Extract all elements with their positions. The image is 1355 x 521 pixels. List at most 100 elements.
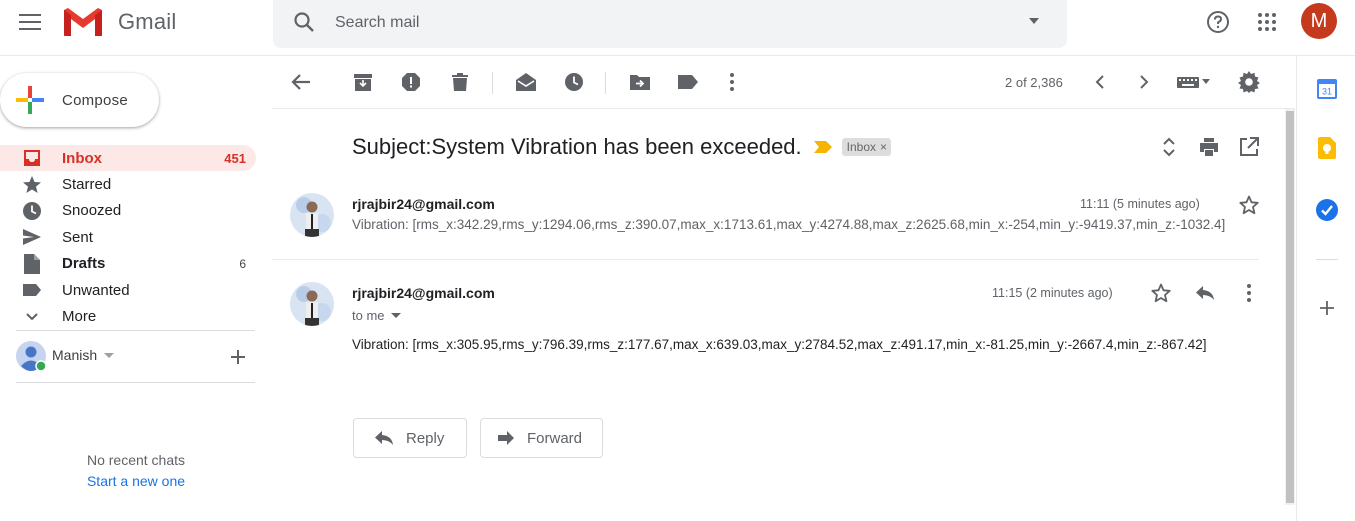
side-panel: 31: [1296, 56, 1355, 521]
sidebar-item-label: Inbox: [62, 149, 102, 167]
message-snippet[interactable]: Vibration: [rms_x:342.29,rms_y:1294.06,r…: [352, 217, 1256, 232]
user-avatar-icon[interactable]: [16, 341, 46, 371]
recipient-details[interactable]: to me: [352, 308, 401, 323]
keyboard-icon: [1177, 77, 1210, 88]
account-avatar[interactable]: M: [1301, 3, 1337, 39]
sender-email: rjrajbir24@gmail.com: [352, 285, 495, 301]
older-button[interactable]: [1124, 62, 1164, 102]
expand-all-button[interactable]: [1149, 127, 1189, 167]
star-outline-icon: [1151, 283, 1171, 303]
sidebar-item-label: Sent: [62, 228, 93, 246]
draft-count: 6: [239, 256, 246, 271]
star-button[interactable]: [1141, 273, 1181, 313]
message-time: 11:15 (2 minutes ago): [992, 286, 1113, 300]
hangouts-user-row: Manish: [16, 330, 255, 383]
recipient-text: to me: [352, 308, 385, 323]
chevron-left-icon: [1095, 75, 1104, 89]
sidebar-item-sent[interactable]: Sent: [0, 224, 256, 250]
unread-count: 451: [224, 150, 246, 166]
label-chip-inbox: Inbox ×: [841, 138, 892, 156]
sidebar-item-label: Starred: [62, 176, 112, 194]
start-new-chat-link[interactable]: Start a new one: [0, 473, 272, 489]
more-options-button[interactable]: [712, 62, 752, 102]
sidebar-item-more[interactable]: More: [0, 303, 256, 329]
snooze-button[interactable]: [554, 62, 594, 102]
no-recent-chats-text: No recent chats: [86, 452, 186, 468]
sidebar-item-snoozed[interactable]: Snoozed: [0, 198, 256, 224]
support-button[interactable]: [1198, 2, 1238, 42]
mark-unread-button[interactable]: [506, 62, 546, 102]
archive-button[interactable]: [343, 62, 383, 102]
chevron-down-icon: [22, 307, 42, 327]
message-body: Vibration: [rms_x:305.95,rms_y:796.39,rm…: [352, 337, 1207, 352]
sender-avatar[interactable]: [290, 282, 334, 326]
sender-photo-icon: [290, 282, 334, 326]
gmail-logo[interactable]: Gmail: [62, 6, 176, 38]
arrow-back-icon: [291, 74, 310, 90]
hangouts-user-name[interactable]: Manish: [52, 347, 97, 363]
open-in-new-icon: [1240, 137, 1259, 156]
search-input[interactable]: [335, 12, 1015, 34]
sidebar-item-starred[interactable]: Starred: [0, 171, 256, 197]
sidebar-item-label: Snoozed: [62, 202, 122, 220]
labels-button[interactable]: [668, 62, 708, 102]
keep-bulb-icon: [1318, 137, 1336, 159]
side-panel-divider: [1316, 259, 1338, 260]
snooze-clock-icon: [565, 73, 583, 91]
svg-text:31: 31: [1322, 87, 1332, 97]
compose-plus-icon: [16, 86, 44, 114]
print-icon: [1200, 138, 1218, 156]
report-spam-icon: [402, 73, 420, 91]
new-conversation-plus-icon[interactable]: [226, 345, 250, 369]
apps-button[interactable]: [1247, 2, 1287, 42]
trash-icon: [452, 73, 468, 91]
main-menu-button[interactable]: [10, 2, 50, 42]
reply-button[interactable]: [1185, 273, 1225, 313]
sidebar-nav: Inbox 451 Starred Snoozed Sent Drafts 6 …: [0, 145, 256, 330]
star-outline-icon: [1239, 195, 1259, 215]
compose-button[interactable]: Compose: [0, 73, 159, 127]
star-icon: [22, 175, 42, 195]
importance-marker-icon[interactable]: [813, 140, 832, 154]
toolbar-divider: [492, 72, 493, 94]
scrollbar-thumb[interactable]: [1286, 111, 1294, 503]
sidebar-item-drafts[interactable]: Drafts 6: [0, 251, 256, 277]
input-tools-button[interactable]: [1170, 62, 1218, 102]
app-name: Gmail: [118, 9, 177, 34]
report-spam-button[interactable]: [391, 62, 431, 102]
sidebar-item-label: Drafts: [62, 255, 106, 273]
top-bar: Gmail M: [0, 0, 1355, 56]
sidebar-item-inbox[interactable]: Inbox 451: [0, 145, 256, 172]
sidebar-item-unwanted[interactable]: Unwanted: [0, 277, 256, 303]
tasks-addon-button[interactable]: [1314, 197, 1340, 223]
reply-action-button[interactable]: Reply: [353, 418, 467, 458]
reply-icon: [375, 431, 393, 445]
sender-avatar[interactable]: [290, 193, 334, 237]
back-button[interactable]: [281, 62, 321, 102]
settings-button[interactable]: [1229, 62, 1269, 102]
status-dropdown-caret-icon[interactable]: [104, 353, 114, 359]
apps-grid-icon: [1258, 13, 1276, 31]
show-details-caret-icon: [390, 312, 401, 318]
forward-action-button[interactable]: Forward: [480, 418, 603, 458]
inbox-icon: [22, 148, 42, 168]
chevron-right-icon: [1140, 75, 1149, 89]
open-new-window-button[interactable]: [1229, 127, 1269, 167]
gear-icon: [1238, 71, 1260, 93]
label-icon: [678, 75, 698, 89]
print-button[interactable]: [1189, 127, 1229, 167]
delete-button[interactable]: [440, 62, 480, 102]
newer-button[interactable]: [1080, 62, 1120, 102]
message-toolbar: 2 of 2,386: [272, 56, 1295, 109]
keep-addon-button[interactable]: [1314, 135, 1340, 161]
calendar-addon-button[interactable]: 31: [1314, 75, 1340, 101]
mark-unread-icon: [516, 73, 536, 91]
move-to-folder-icon: [630, 75, 650, 90]
get-addons-button[interactable]: [1314, 295, 1340, 321]
search-options-caret-icon[interactable]: [1027, 14, 1041, 28]
remove-label-close-icon[interactable]: ×: [880, 140, 887, 154]
plus-icon: [1320, 301, 1334, 315]
message-more-button[interactable]: [1229, 273, 1269, 313]
search-icon[interactable]: [292, 10, 316, 34]
move-to-button[interactable]: [620, 62, 660, 102]
